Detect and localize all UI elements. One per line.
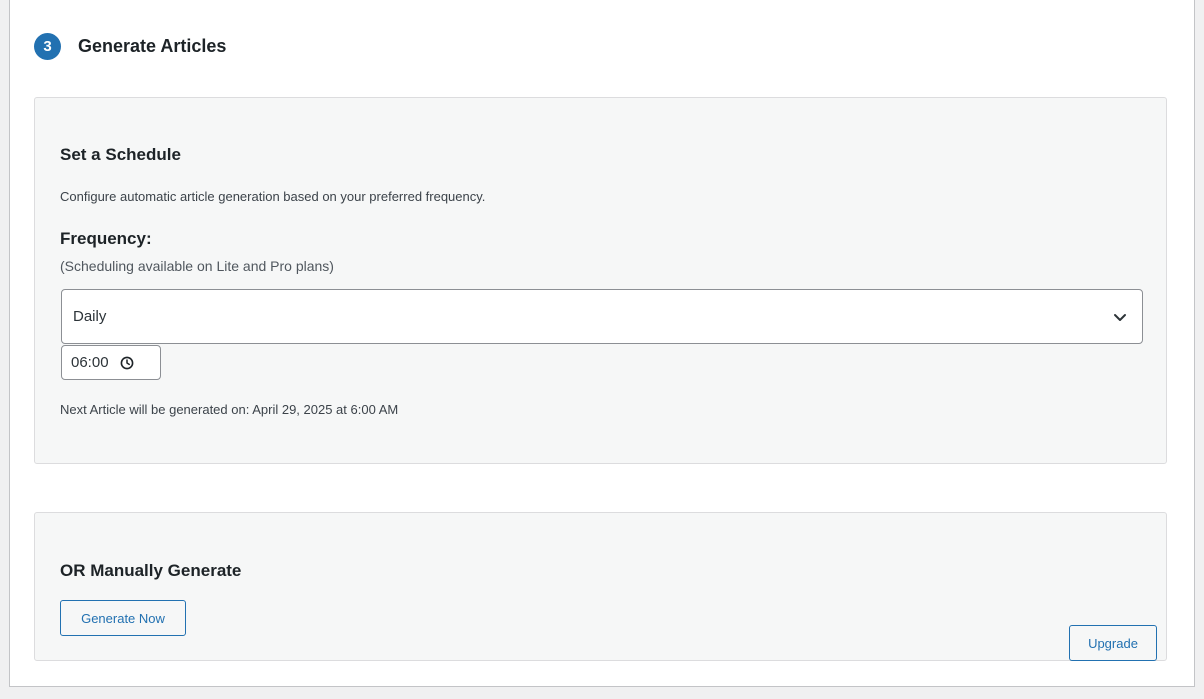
frequency-label: Frequency: [60, 229, 152, 248]
next-article-note: Next Article will be generated on: April… [60, 402, 399, 417]
chevron-down-icon [1114, 314, 1126, 321]
clock-icon[interactable] [120, 356, 134, 370]
schedule-description: Configure automatic article generation b… [60, 189, 486, 204]
upgrade-button[interactable]: Upgrade [1069, 625, 1157, 661]
frequency-note: (Scheduling available on Lite and Pro pl… [60, 258, 334, 274]
manual-generate-title: OR Manually Generate [60, 561, 242, 580]
frequency-selected-value: Daily [73, 308, 107, 325]
schedule-title: Set a Schedule [60, 145, 181, 164]
time-value: 06:00 [71, 354, 109, 371]
step-header: 3 Generate Articles [34, 33, 226, 60]
frequency-select[interactable]: Daily [61, 289, 1143, 344]
generate-articles-card: 3 Generate Articles Set a Schedule Confi… [9, 0, 1195, 687]
manual-generate-panel: OR Manually Generate Generate Now Upgrad… [34, 512, 1167, 661]
generate-now-button[interactable]: Generate Now [60, 600, 186, 636]
step-number-badge: 3 [34, 33, 61, 60]
time-input[interactable]: 06:00 [61, 345, 161, 380]
step-title: Generate Articles [78, 36, 227, 56]
schedule-panel: Set a Schedule Configure automatic artic… [34, 97, 1167, 464]
